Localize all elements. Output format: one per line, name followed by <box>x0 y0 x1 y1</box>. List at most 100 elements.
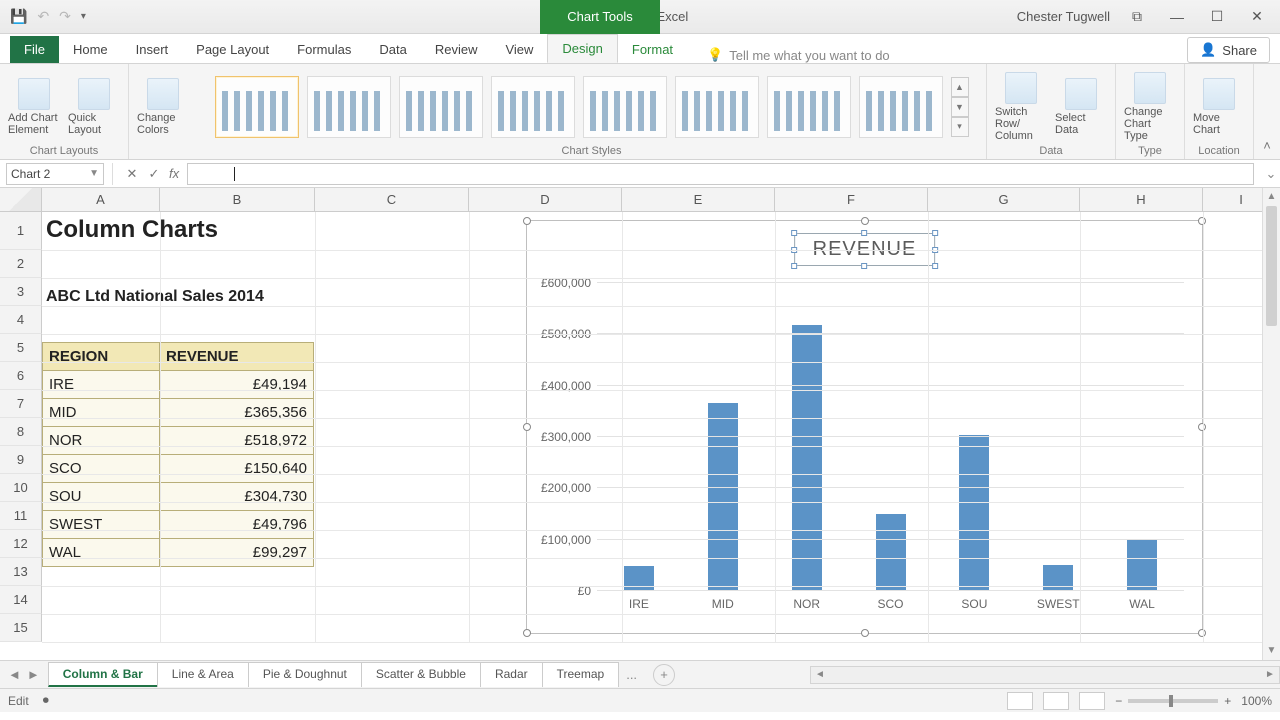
sheet-tab[interactable]: Line & Area <box>157 662 249 687</box>
qat-customize-icon[interactable]: ▾ <box>81 11 86 22</box>
chart-bar[interactable] <box>1127 540 1157 591</box>
row-header[interactable]: 4 <box>0 306 42 334</box>
table-cell-region[interactable]: WAL <box>43 539 160 567</box>
redo-icon[interactable]: ↷ <box>59 8 71 25</box>
fx-icon[interactable]: fx <box>169 166 179 181</box>
maximize-icon[interactable]: ☐ <box>1204 8 1230 25</box>
table-row[interactable]: SWEST£49,796 <box>43 511 314 539</box>
page-break-view-icon[interactable] <box>1079 692 1105 710</box>
table-cell-region[interactable]: NOR <box>43 427 160 455</box>
tell-me[interactable]: 💡 Tell me what you want to do <box>707 47 890 63</box>
tab-design[interactable]: Design <box>547 34 617 63</box>
row-header[interactable]: 13 <box>0 558 42 586</box>
sheet-tab[interactable]: Pie & Doughnut <box>248 662 362 687</box>
table-cell-region[interactable]: SWEST <box>43 511 160 539</box>
chart-handle[interactable] <box>1198 629 1206 637</box>
sheet-tab[interactable]: Treemap <box>542 662 620 687</box>
row-header[interactable]: 8 <box>0 418 42 446</box>
table-header-revenue[interactable]: REVENUE <box>160 343 314 371</box>
cells-grid[interactable]: Column Charts ABC Ltd National Sales 201… <box>42 212 1280 642</box>
zoom-out-icon[interactable]: − <box>1115 694 1122 708</box>
chart-handle[interactable] <box>1198 217 1206 225</box>
chart-handle[interactable] <box>523 423 531 431</box>
chart-bar[interactable] <box>1043 565 1073 591</box>
save-icon[interactable]: 💾 <box>10 8 27 25</box>
chart-style-5[interactable] <box>583 76 667 138</box>
chart-handle[interactable] <box>523 217 531 225</box>
cancel-icon[interactable]: ✕ <box>121 166 143 182</box>
table-row[interactable]: WAL£99,297 <box>43 539 314 567</box>
row-header[interactable]: 5 <box>0 334 42 362</box>
col-header-B[interactable]: B <box>160 188 315 212</box>
col-header-E[interactable]: E <box>622 188 775 212</box>
chart-bar[interactable] <box>624 566 654 591</box>
table-row[interactable]: SCO£150,640 <box>43 455 314 483</box>
user-name[interactable]: Chester Tugwell <box>1017 9 1110 24</box>
table-cell-region[interactable]: SCO <box>43 455 160 483</box>
col-header-F[interactable]: F <box>775 188 928 212</box>
zoom-slider[interactable]: − + <box>1115 694 1231 708</box>
table-cell-revenue[interactable]: £304,730 <box>160 483 314 511</box>
chart-bar[interactable] <box>959 435 989 591</box>
hscroll-right-icon[interactable]: ► <box>1261 669 1279 680</box>
sheet-tab[interactable]: Radar <box>480 662 543 687</box>
move-chart-button[interactable]: Move Chart <box>1193 78 1245 136</box>
table-cell-revenue[interactable]: £99,297 <box>160 539 314 567</box>
tab-file[interactable]: File <box>10 36 59 63</box>
chart-bar[interactable] <box>708 403 738 591</box>
chart-handle[interactable] <box>523 629 531 637</box>
sheet-nav-prev-icon[interactable]: ◄ <box>8 667 21 682</box>
chart-handle[interactable] <box>1198 423 1206 431</box>
table-cell-region[interactable]: SOU <box>43 483 160 511</box>
scroll-thumb[interactable] <box>1266 206 1277 326</box>
cell-title[interactable]: Column Charts <box>46 216 218 244</box>
chart-bar[interactable] <box>792 325 822 591</box>
add-chart-element-button[interactable]: Add Chart Element <box>8 78 60 136</box>
sheet-tabs-more[interactable]: ... <box>618 667 645 682</box>
zoom-in-icon[interactable]: + <box>1224 694 1231 708</box>
col-header-A[interactable]: A <box>42 188 160 212</box>
close-icon[interactable]: ✕ <box>1244 8 1270 25</box>
chart-style-8[interactable] <box>859 76 943 138</box>
chart-style-1[interactable] <box>215 76 299 138</box>
chart-style-2[interactable] <box>307 76 391 138</box>
table-cell-revenue[interactable]: £518,972 <box>160 427 314 455</box>
row-header[interactable]: 11 <box>0 502 42 530</box>
col-header-C[interactable]: C <box>315 188 469 212</box>
ribbon-display-icon[interactable]: ⧉ <box>1124 8 1150 25</box>
data-table[interactable]: REGION REVENUE IRE£49,194MID£365,356NOR£… <box>42 342 314 567</box>
row-header[interactable]: 15 <box>0 614 42 642</box>
tab-review[interactable]: Review <box>421 36 492 63</box>
row-header[interactable]: 1 <box>0 212 42 250</box>
name-box-dropdown-icon[interactable]: ▼ <box>89 168 99 179</box>
hscroll-left-icon[interactable]: ◄ <box>811 669 829 680</box>
scroll-up-icon[interactable]: ▲ <box>1263 188 1280 206</box>
table-row[interactable]: IRE£49,194 <box>43 371 314 399</box>
collapse-ribbon-icon[interactable]: ˄ <box>1254 64 1280 159</box>
tab-format[interactable]: Format <box>618 36 687 63</box>
change-colors-button[interactable]: Change Colors <box>137 78 189 136</box>
select-data-button[interactable]: Select Data <box>1055 78 1107 136</box>
styles-scroll-down-icon[interactable]: ▼ <box>951 97 969 117</box>
chart-style-4[interactable] <box>491 76 575 138</box>
table-cell-revenue[interactable]: £49,796 <box>160 511 314 539</box>
macro-record-icon[interactable]: ⏺ <box>43 693 49 708</box>
quick-layout-button[interactable]: Quick Layout <box>68 78 120 136</box>
table-cell-revenue[interactable]: £150,640 <box>160 455 314 483</box>
chart-plot-area[interactable]: IREMIDNORSCOSOUSWESTWAL £0£100,000£200,0… <box>597 283 1184 591</box>
chart-handle[interactable] <box>861 629 869 637</box>
col-header-G[interactable]: G <box>928 188 1080 212</box>
table-cell-revenue[interactable]: £365,356 <box>160 399 314 427</box>
chart-object[interactable]: REVENUE IREMIDNORSCOSOUSWESTWAL £0£100,0… <box>526 220 1203 634</box>
tab-view[interactable]: View <box>491 36 547 63</box>
row-header[interactable]: 6 <box>0 362 42 390</box>
cell-subtitle[interactable]: ABC Ltd National Sales 2014 <box>46 288 264 306</box>
table-cell-region[interactable]: MID <box>43 399 160 427</box>
sheet-tab[interactable]: Scatter & Bubble <box>361 662 481 687</box>
select-all-button[interactable] <box>0 188 42 212</box>
table-cell-revenue[interactable]: £49,194 <box>160 371 314 399</box>
horizontal-scrollbar[interactable]: ◄ ► <box>810 666 1280 684</box>
change-chart-type-button[interactable]: Change Chart Type <box>1124 72 1176 142</box>
share-button[interactable]: 👤 Share <box>1187 37 1270 63</box>
zoom-level[interactable]: 100% <box>1241 694 1272 708</box>
